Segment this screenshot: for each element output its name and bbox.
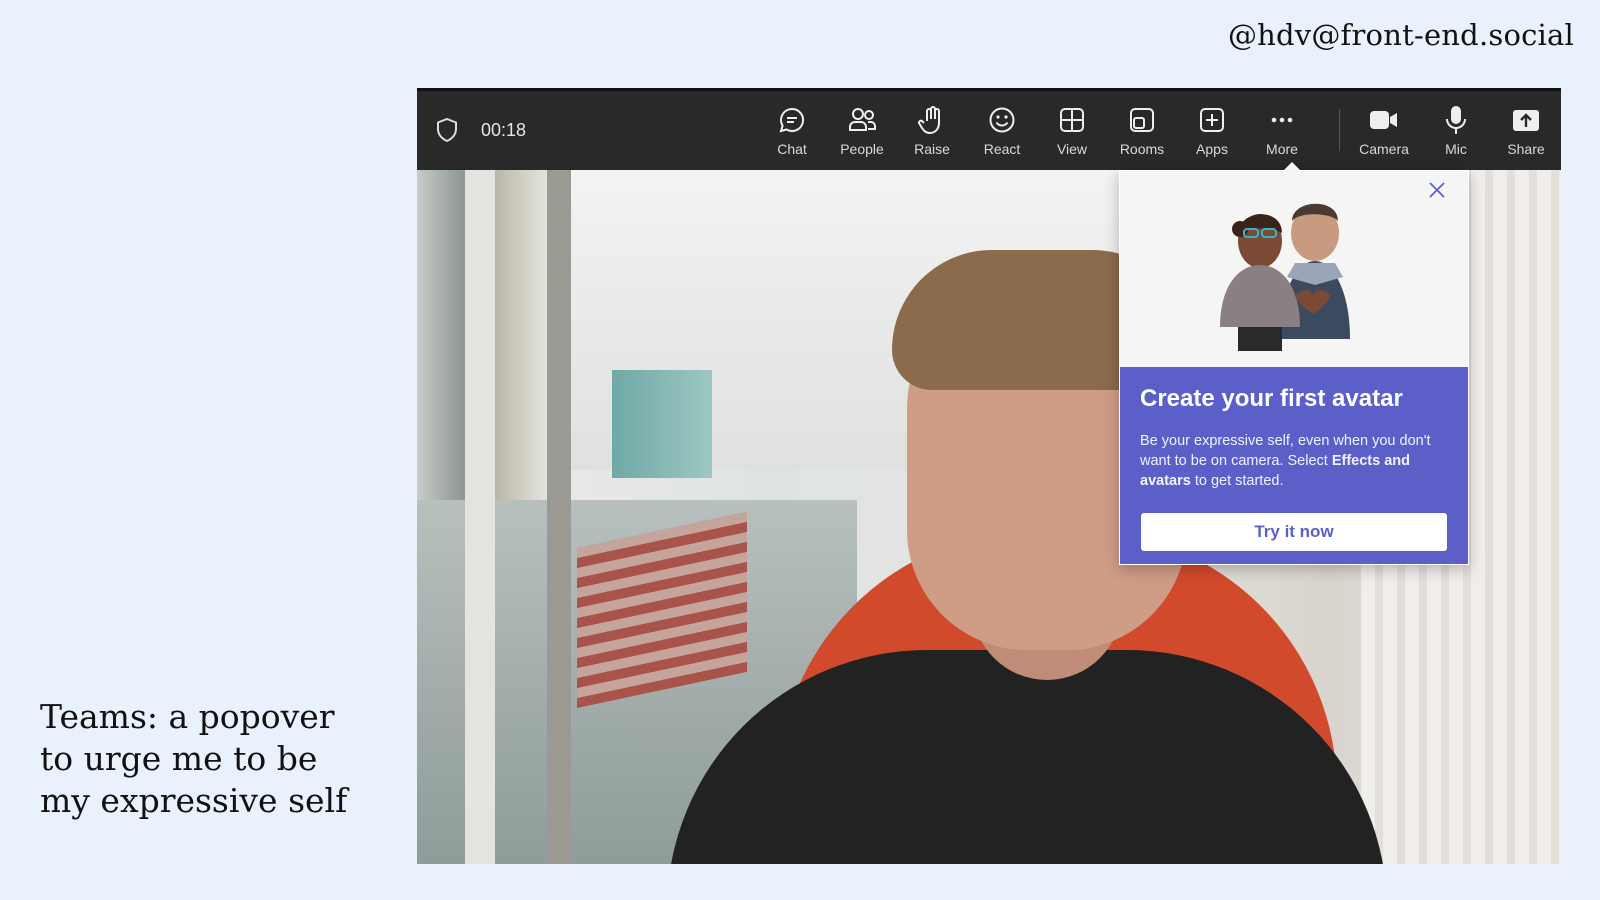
hand-icon	[918, 106, 940, 135]
try-it-now-button[interactable]: Try it now	[1141, 513, 1447, 551]
react-button[interactable]: React	[967, 91, 1037, 173]
popover-pointer	[1283, 162, 1301, 171]
react-label: React	[983, 141, 1021, 157]
people-icon	[849, 108, 876, 131]
share-button[interactable]: Share	[1491, 91, 1561, 173]
chat-icon	[779, 107, 804, 133]
raise-hand-button[interactable]: Raise	[897, 91, 967, 173]
call-timer: 00:18	[481, 120, 527, 140]
more-button[interactable]: More	[1247, 91, 1317, 173]
chat-label: Chat	[777, 141, 807, 157]
camera-label: Camera	[1359, 141, 1409, 157]
video-building	[612, 370, 712, 478]
toolbar-divider	[1339, 109, 1340, 151]
people-label: People	[840, 141, 884, 157]
camera-button[interactable]: Camera	[1349, 91, 1419, 173]
people-button[interactable]: People	[827, 91, 897, 173]
rooms-label: Rooms	[1119, 141, 1165, 157]
chat-button[interactable]: Chat	[757, 91, 827, 173]
ellipsis-icon	[1271, 117, 1293, 123]
teams-meeting-window: 00:18 Chat People Raise React View Rooms…	[417, 88, 1561, 864]
apps-label: Apps	[1196, 141, 1228, 157]
rooms-icon	[1130, 108, 1154, 132]
raise-label: Raise	[914, 141, 950, 157]
popover-body-suffix: to get started.	[1190, 473, 1284, 489]
mic-label: Mic	[1445, 141, 1467, 157]
video-window-mullion	[547, 170, 571, 864]
mic-icon	[1446, 106, 1466, 134]
camera-icon	[1370, 111, 1397, 129]
avatar-promo-popover: Create your first avatar Be your express…	[1119, 170, 1469, 565]
popover-body: Be your expressive self, even when you d…	[1140, 431, 1455, 491]
plus-square-icon	[1200, 108, 1224, 132]
avatars-image	[1220, 203, 1350, 351]
smiley-icon	[989, 107, 1015, 133]
avatar-illustration	[1120, 171, 1468, 367]
popover-title: Create your first avatar	[1140, 385, 1403, 412]
video-window-frame	[465, 170, 495, 864]
share-label: Share	[1507, 141, 1545, 157]
slide-caption: Teams: a popover to urge me to be my exp…	[40, 697, 348, 820]
view-label: View	[1056, 141, 1088, 157]
more-label: More	[1266, 141, 1298, 157]
shield-icon[interactable]	[435, 117, 459, 143]
rooms-button[interactable]: Rooms	[1107, 91, 1177, 173]
share-icon	[1513, 110, 1539, 131]
meeting-toolbar: 00:18 Chat People Raise React View Rooms…	[417, 88, 1561, 170]
grid-icon	[1060, 108, 1084, 132]
close-icon[interactable]	[1428, 181, 1446, 199]
author-handle: @hdv@front-end.social	[1227, 18, 1574, 52]
mic-button[interactable]: Mic	[1421, 91, 1491, 173]
apps-button[interactable]: Apps	[1177, 91, 1247, 173]
view-button[interactable]: View	[1037, 91, 1107, 173]
